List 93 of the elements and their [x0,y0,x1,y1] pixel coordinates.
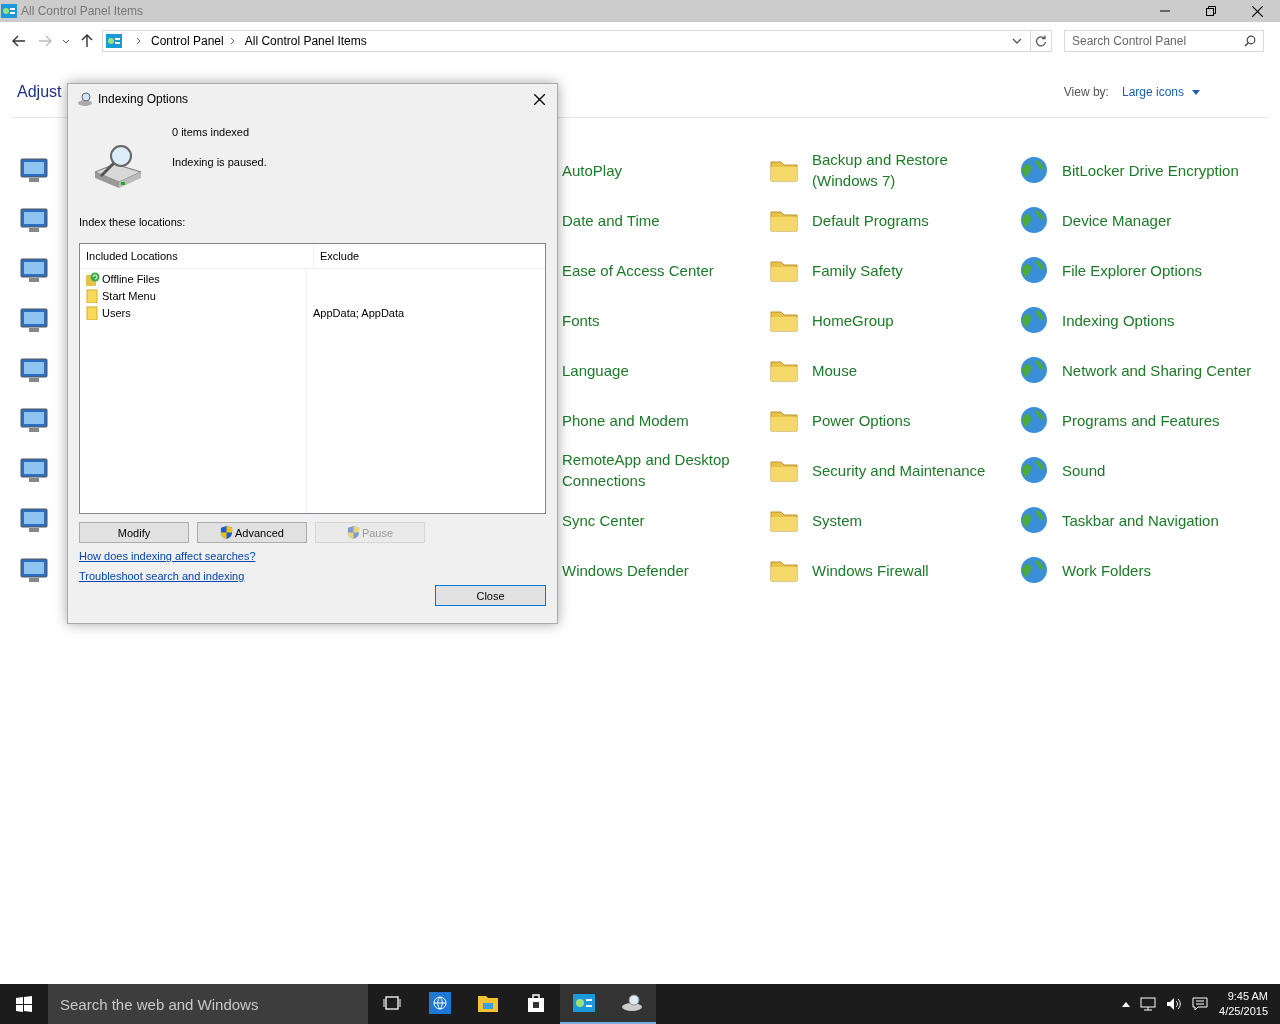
dropdown-icon[interactable] [1012,38,1022,44]
applet-link[interactable]: Ease of Access Center [562,259,714,281]
column-header[interactable]: Included Locations [80,244,314,268]
view-by-label: View by: [1063,85,1109,99]
close-icon [533,93,545,105]
address-bar[interactable]: Control Panel All Control Panel Items [102,30,1052,52]
control-panel-icon [106,34,122,48]
chevron-icon [136,37,141,45]
applet-link[interactable]: Network and Sharing Center [1062,359,1252,381]
globe-icon [1018,454,1050,486]
folder-icon [86,305,100,320]
magnifier-drive-icon [77,91,93,107]
back-arrow-icon [12,35,26,47]
globe-icon [1018,254,1050,286]
applet-link[interactable]: Date and Time [562,209,660,231]
folder-icon [86,288,100,303]
breadcrumb[interactable]: Control Panel [151,34,224,48]
globe-icon [1018,204,1050,236]
column-header[interactable]: Exclude [314,244,545,268]
page-heading: Adjust [17,83,62,101]
applet-link[interactable]: Fonts [562,309,600,331]
applet-link[interactable]: Phone and Modem [562,409,689,431]
caret-up-icon[interactable] [1122,1001,1131,1007]
help-link[interactable]: How does indexing affect searches? [79,550,256,562]
taskbar-app[interactable] [608,984,656,1024]
applet-link[interactable]: Language [562,359,629,381]
task-view-icon [383,996,401,1010]
taskbar-search-field[interactable]: Search the web and Windows [48,984,368,1024]
globe-icon [1018,404,1050,436]
applet-link[interactable]: Default Programs [812,209,929,231]
location-name: Offline Files [102,272,160,285]
taskbar-app[interactable] [560,984,608,1024]
applet-link[interactable]: File Explorer Options [1062,259,1203,281]
breadcrumb[interactable]: All Control Panel Items [244,34,367,48]
location-name: Start Menu [102,289,156,302]
indexed-count: 0 items indexed [172,126,251,138]
applet-link[interactable]: Family Safety [812,259,903,281]
volume-icon[interactable] [1166,997,1183,1011]
applet-link[interactable]: Indexing Options [1062,309,1175,331]
dialog-button[interactable]: Advanced [197,522,307,543]
applet-link[interactable]: Programs and Features [1062,409,1220,431]
applet-link[interactable]: Sound [1062,459,1106,481]
view-by-dropdown[interactable]: Large icons [1121,85,1200,99]
globe-icon [1018,154,1050,186]
applet-link[interactable]: Device Manager [1062,209,1172,231]
applet-link[interactable]: Sync Center [562,509,645,531]
search-field[interactable]: Search Control Panel [1064,30,1264,52]
dialog-title: Indexing Options [98,92,189,106]
close-icon [1251,5,1263,17]
applet-link[interactable]: Windows Firewall [812,559,929,581]
applet-link[interactable]: Security and Maintenance [812,459,986,481]
magnifier-drive-icon [621,994,643,1012]
caret-icon [1192,89,1200,95]
up-arrow-icon [81,34,93,48]
clock-date[interactable]: 4/25/2015 [1219,1004,1268,1019]
chevron-icon [229,37,235,45]
applet-link[interactable]: System [812,509,862,531]
applet-link[interactable]: Work Folders [1062,559,1151,581]
network-icon[interactable] [1140,997,1157,1011]
section-label: Index these locations: [79,216,187,228]
restore-icon [1206,6,1216,16]
forward-arrow-icon [38,35,52,47]
dialog-button[interactable]: Modify [79,522,189,543]
sync-folder-icon [86,271,100,286]
applet-link[interactable]: BitLocker Drive Encryption [1062,159,1239,181]
exclude-value: AppData; AppData [313,306,405,319]
refresh-icon[interactable] [1035,35,1047,47]
close-button[interactable]: Close [435,585,546,606]
chevron-icon [62,38,70,44]
applet-link[interactable]: Backup and Restore (Windows 7) [812,149,1007,191]
windows-logo-icon [16,996,32,1012]
applet-link[interactable]: RemoteApp and Desktop Connections [562,449,757,491]
search-icon [1244,35,1256,47]
window-title: All Control Panel Items [21,4,144,18]
applet-link[interactable]: AutoPlay [562,159,623,181]
globe-icon [1018,304,1050,336]
clock-time[interactable]: 9:45 AM [1227,989,1268,1004]
help-link[interactable]: Troubleshoot search and indexing [79,570,245,582]
location-name: Users [102,306,131,319]
shopping-bag-icon [525,992,547,1014]
globe-icon [1018,504,1050,536]
control-panel-icon [573,994,595,1012]
globe-icon [1018,354,1050,386]
applet-link[interactable]: Power Options [812,409,911,431]
globe-icon [1018,554,1050,586]
applet-link[interactable]: Mouse [812,359,858,381]
indexing-status: Indexing is paused. [172,156,267,168]
globe-icon [429,992,451,1014]
control-panel-icon [1,4,17,18]
message-icon[interactable] [1192,997,1209,1011]
applet-link[interactable]: Taskbar and Navigation [1062,509,1219,531]
applet-link[interactable]: Windows Defender [562,559,689,581]
applet-link[interactable]: HomeGroup [812,309,894,331]
